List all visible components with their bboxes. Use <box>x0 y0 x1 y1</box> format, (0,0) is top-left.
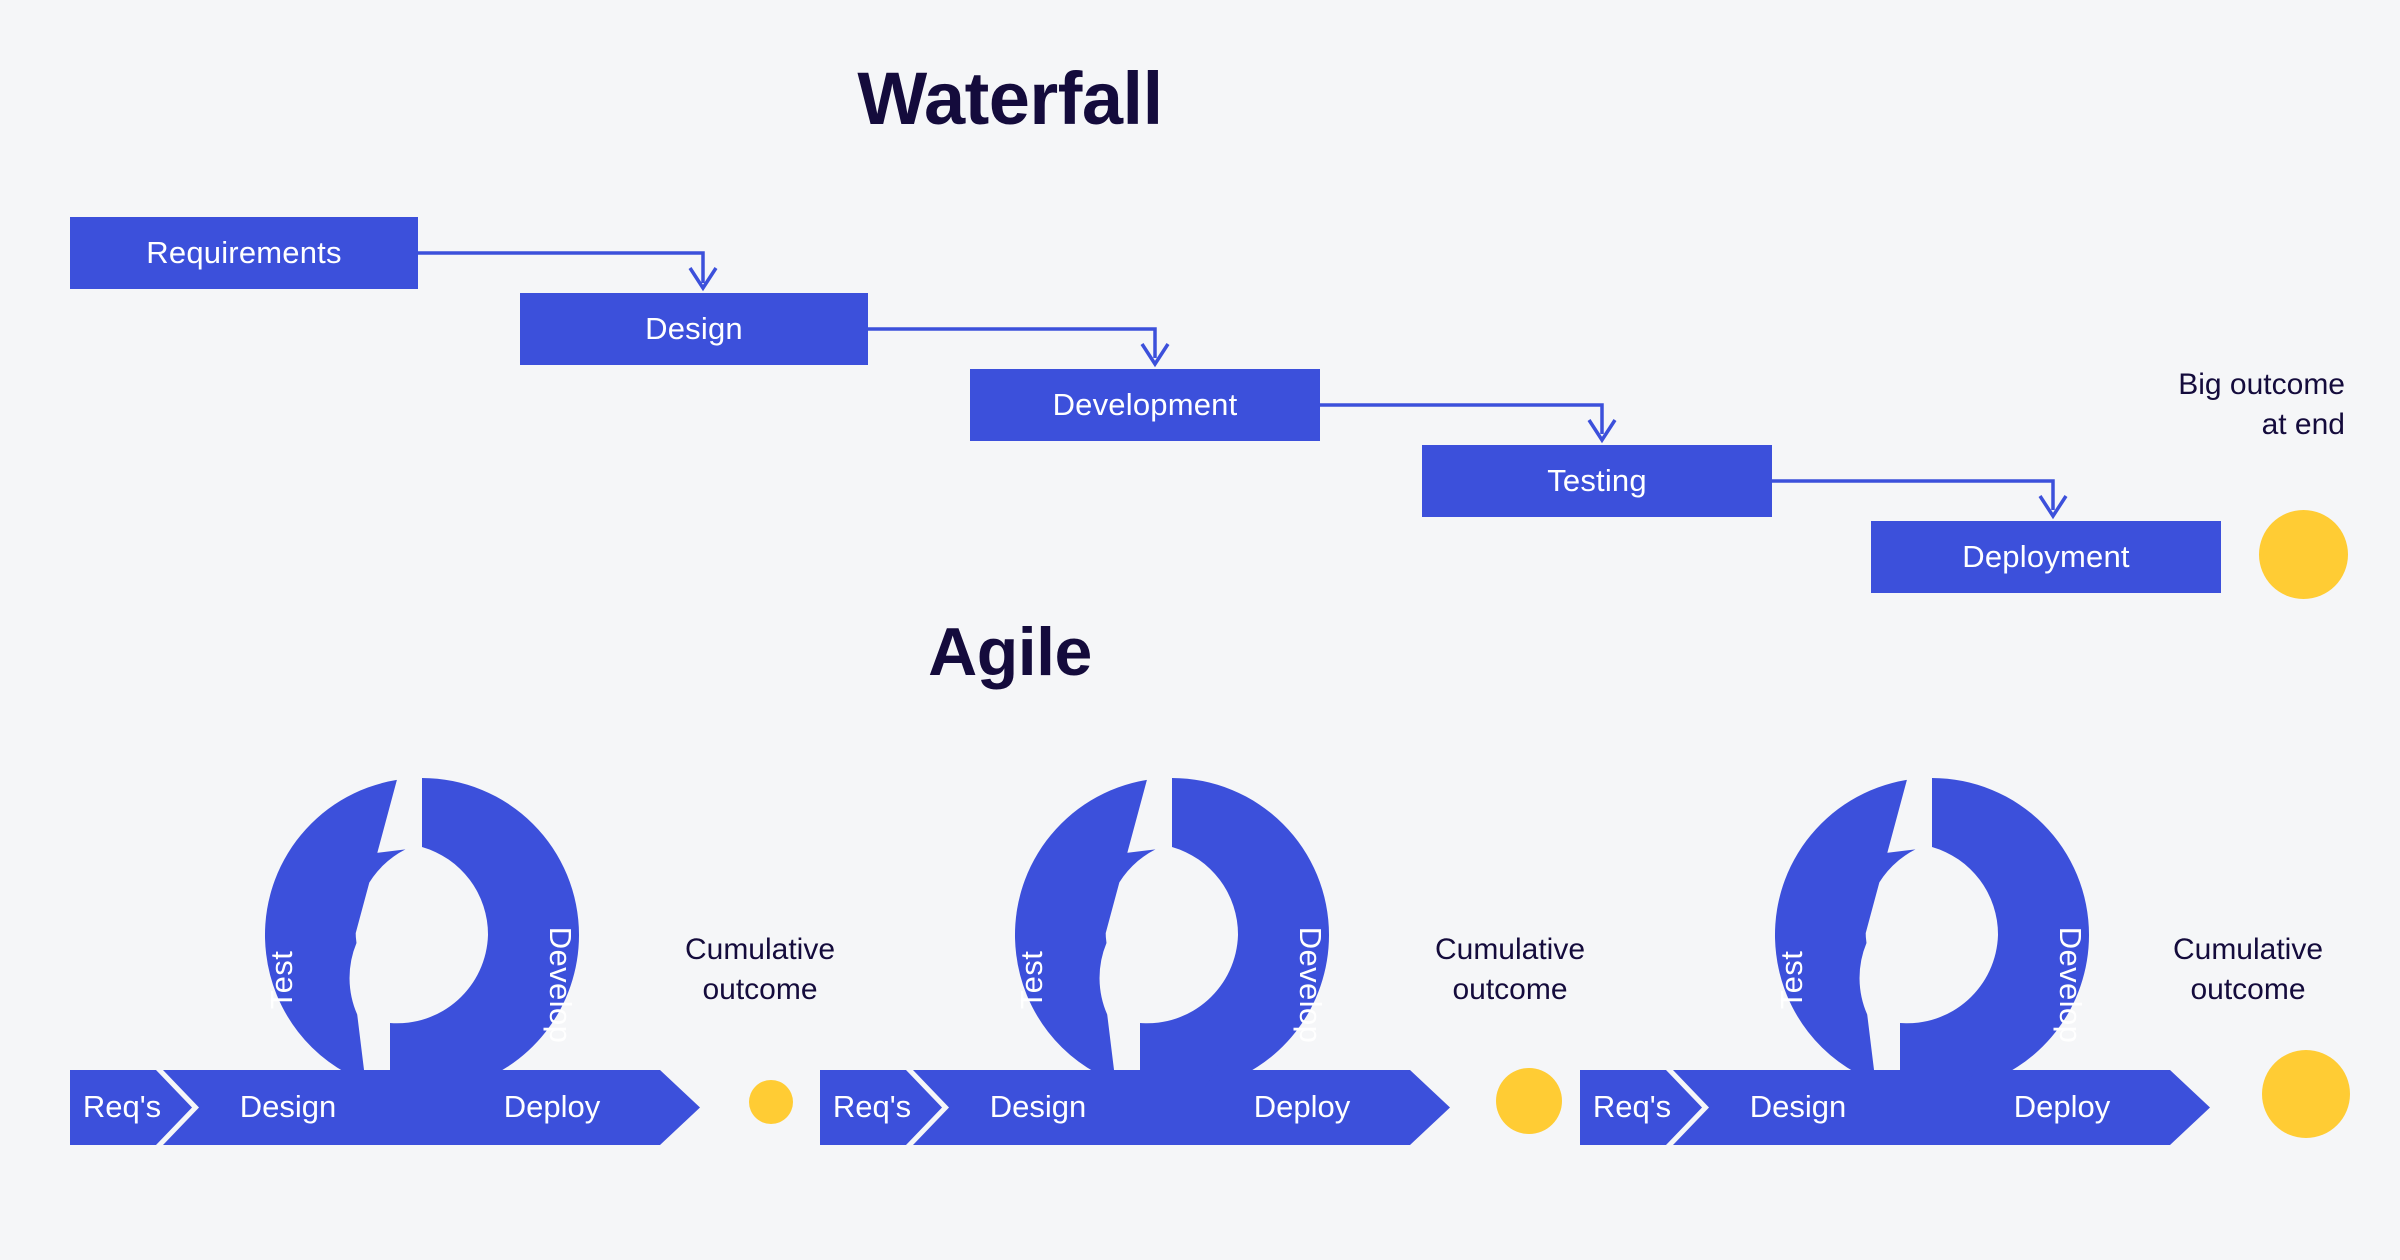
chevron-label-deploy: Deploy <box>1254 1089 1351 1124</box>
chevron-label-deploy: Deploy <box>2014 1089 2111 1124</box>
agile-outcome-annotation-3: Cumulative outcome <box>2172 933 2324 1006</box>
chevron-label-reqs: Req's <box>83 1089 161 1124</box>
waterfall-stage-label: Development <box>1052 387 1238 422</box>
waterfall-stage-label: Deployment <box>1962 539 2130 574</box>
agile-outcome-dot-1 <box>749 1080 793 1124</box>
agile-section-title: Agile <box>928 614 1092 690</box>
waterfall-stage-development[interactable]: Development <box>970 369 1320 441</box>
waterfall-outcome-annotation: Big outcome at end <box>2178 368 2345 441</box>
waterfall-outcome-dot <box>2259 510 2348 599</box>
chevron-label-reqs: Req's <box>833 1089 911 1124</box>
agile-chevron-bar <box>70 1070 700 1145</box>
agile-outcome-dot-3 <box>2262 1050 2350 1138</box>
chevron-label-design: Design <box>240 1089 337 1124</box>
waterfall-stage-label: Design <box>645 311 743 346</box>
diagram-canvas: Waterfall Requirements Design Developmen… <box>0 0 2400 1260</box>
waterfall-stage-deployment[interactable]: Deployment <box>1871 521 2221 593</box>
chevron-label-deploy: Deploy <box>504 1089 601 1124</box>
waterfall-stage-label: Testing <box>1547 463 1647 498</box>
agile-sprint-2: Test Develop Req's Design Deploy <box>820 778 1450 1145</box>
waterfall-stage-label: Requirements <box>146 235 342 270</box>
agile-chevron-bar <box>1580 1070 2210 1145</box>
ring-label-develop: Develop <box>2053 927 2088 1044</box>
ring-label-develop: Develop <box>1293 927 1328 1044</box>
chevron-label-design: Design <box>1750 1089 1847 1124</box>
ring-label-test: Test <box>1014 951 1049 1009</box>
waterfall-stage-testing[interactable]: Testing <box>1422 445 1772 517</box>
agile-outcome-dot-2 <box>1496 1068 1562 1134</box>
ring-label-test: Test <box>1774 951 1809 1009</box>
agile-chevron-bar <box>820 1070 1450 1145</box>
chevron-label-reqs: Req's <box>1593 1089 1671 1124</box>
chevron-label-design: Design <box>990 1089 1087 1124</box>
ring-label-develop: Develop <box>543 927 578 1044</box>
ring-label-test: Test <box>264 951 299 1009</box>
agile-sprint-1: Test Develop Req's Design Deploy <box>70 778 700 1145</box>
waterfall-stage-requirements[interactable]: Requirements <box>70 217 418 289</box>
waterfall-stage-design[interactable]: Design <box>520 293 868 365</box>
